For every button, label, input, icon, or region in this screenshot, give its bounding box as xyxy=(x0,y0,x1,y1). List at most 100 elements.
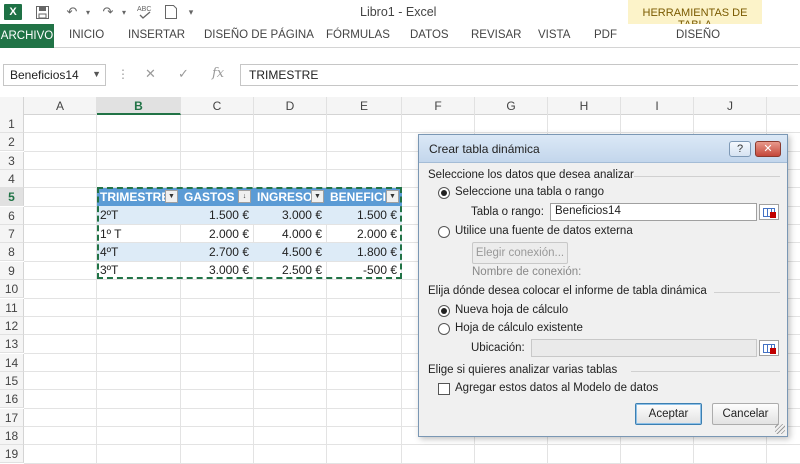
radio-existing-sheet[interactable] xyxy=(438,323,450,335)
radio-select-table[interactable] xyxy=(438,187,450,199)
close-button[interactable]: ✕ xyxy=(755,141,781,157)
column-header-b[interactable]: B xyxy=(97,97,181,115)
accept-button[interactable]: Aceptar xyxy=(635,403,702,425)
section-data-heading: Seleccione los datos que desea analizar xyxy=(428,169,634,181)
resize-grip-icon[interactable] xyxy=(775,424,785,434)
row-gridline xyxy=(24,444,800,446)
row-header-12[interactable]: 12 xyxy=(0,316,24,335)
range-selector-icon[interactable] xyxy=(759,340,779,356)
row-header-18[interactable]: 18 xyxy=(0,426,24,445)
section-multiple-heading: Elige si quieres analizar varias tablas xyxy=(428,364,618,376)
enter-icon[interactable]: ✓ xyxy=(178,66,189,82)
cancel-icon[interactable]: ✕ xyxy=(145,66,156,82)
row-header-4[interactable]: 4 xyxy=(0,170,24,189)
save-icon[interactable] xyxy=(32,3,52,21)
row-header-2[interactable]: 2 xyxy=(0,133,24,152)
customize-icon[interactable]: ▾ xyxy=(184,3,198,21)
column-header-d[interactable]: D xyxy=(254,97,327,115)
add-to-data-model-checkbox[interactable] xyxy=(438,383,450,395)
dialog-title-bar[interactable]: Crear tabla dinámica ? ✕ xyxy=(419,135,787,163)
formula-input[interactable]: TRIMESTRE xyxy=(240,64,798,86)
undo-icon[interactable]: ↶ xyxy=(62,3,82,21)
divider xyxy=(631,371,780,372)
row-header-17[interactable]: 17 xyxy=(0,408,24,427)
tab-diseno-pagina[interactable]: DISEÑO DE PÁGINA xyxy=(204,29,314,41)
new-document-icon[interactable] xyxy=(162,3,180,21)
drag-handle-icon[interactable]: ⋮ xyxy=(117,67,129,81)
row-header-16[interactable]: 16 xyxy=(0,390,24,409)
window-title: Libro1 - Excel xyxy=(360,5,437,19)
tab-vista[interactable]: VISTA xyxy=(538,29,570,41)
select-all-corner[interactable] xyxy=(0,97,24,115)
tab-insertar[interactable]: INSERTAR xyxy=(128,29,185,41)
column-header-h[interactable]: H xyxy=(548,97,621,115)
dialog-title: Crear tabla dinámica xyxy=(429,142,540,156)
cancel-button[interactable]: Cancelar xyxy=(712,403,779,425)
tab-formulas[interactable]: FÓRMULAS xyxy=(326,29,390,41)
column-header-j[interactable]: J xyxy=(694,97,767,115)
selection-marquee xyxy=(97,187,402,279)
tab-pdf[interactable]: PDF xyxy=(594,29,617,41)
column-header-f[interactable]: F xyxy=(402,97,475,115)
create-pivot-table-dialog: Crear tabla dinámica ? ✕ Seleccione los … xyxy=(418,134,788,437)
help-button[interactable]: ? xyxy=(729,141,751,157)
row-header-3[interactable]: 3 xyxy=(0,151,24,170)
radio-external-source[interactable] xyxy=(438,226,450,238)
insert-function-icon[interactable]: fx xyxy=(212,66,224,81)
column-header-i[interactable]: I xyxy=(621,97,694,115)
connection-name-label: Nombre de conexión: xyxy=(472,266,582,278)
column-gridline xyxy=(401,115,402,464)
table-range-label: Tabla o rango: xyxy=(471,206,544,218)
divider xyxy=(714,292,780,293)
chevron-down-icon[interactable]: ▼ xyxy=(92,69,101,79)
radio-new-sheet-label[interactable]: Nueva hoja de cálculo xyxy=(455,304,568,316)
row-header-10[interactable]: 10 xyxy=(0,280,24,299)
tab-diseno[interactable]: DISEÑO xyxy=(676,29,720,41)
row-header-11[interactable]: 11 xyxy=(0,298,24,317)
table-range-input[interactable]: Beneficios14 xyxy=(550,203,757,221)
undo-dropdown-icon[interactable]: ▾ xyxy=(82,3,94,21)
tab-archivo[interactable]: ARCHIVO xyxy=(0,24,54,48)
radio-external-source-label[interactable]: Utilice una fuente de datos externa xyxy=(455,225,633,237)
excel-icon[interactable]: X xyxy=(2,3,24,21)
section-location-heading: Elija dónde desea colocar el informe de … xyxy=(428,285,707,297)
row-header-13[interactable]: 13 xyxy=(0,335,24,354)
row-header-14[interactable]: 14 xyxy=(0,353,24,372)
range-selector-icon[interactable] xyxy=(759,204,779,220)
row-header-6[interactable]: 6 xyxy=(0,206,24,225)
row-header-8[interactable]: 8 xyxy=(0,243,24,262)
add-to-data-model-label[interactable]: Agregar estos datos al Modelo de datos xyxy=(455,382,658,394)
column-header-a[interactable]: A xyxy=(24,97,97,115)
row-header-15[interactable]: 15 xyxy=(0,371,24,390)
column-gridline xyxy=(180,115,181,464)
row-header-1[interactable]: 1 xyxy=(0,115,24,133)
row-header-19[interactable]: 19 xyxy=(0,445,24,464)
column-headers: A B C D E F G H I J xyxy=(0,97,800,115)
divider xyxy=(634,176,780,177)
name-box[interactable]: Beneficios14 ▼ xyxy=(3,64,106,86)
tab-datos[interactable]: DATOS xyxy=(410,29,449,41)
tab-inicio[interactable]: INICIO xyxy=(69,29,104,41)
row-header-9[interactable]: 9 xyxy=(0,261,24,280)
redo-icon[interactable]: ↷ xyxy=(98,3,118,21)
choose-connection-button[interactable]: Elegir conexión... xyxy=(472,242,568,264)
row-header-7[interactable]: 7 xyxy=(0,225,24,244)
column-header-e[interactable]: E xyxy=(327,97,402,115)
column-gridline xyxy=(253,115,254,464)
location-input[interactable] xyxy=(531,339,757,357)
tab-revisar[interactable]: REVISAR xyxy=(471,29,522,41)
column-header-g[interactable]: G xyxy=(475,97,548,115)
column-header-c[interactable]: C xyxy=(181,97,254,115)
spelling-icon[interactable]: ABC xyxy=(134,3,156,21)
radio-existing-sheet-label[interactable]: Hoja de cálculo existente xyxy=(455,322,583,334)
row-header-5[interactable]: 5 xyxy=(0,188,24,207)
redo-dropdown-icon[interactable]: ▾ xyxy=(118,3,130,21)
column-gridline xyxy=(96,115,97,464)
location-label: Ubicación: xyxy=(471,342,525,354)
radio-new-sheet[interactable] xyxy=(438,305,450,317)
radio-select-table-label[interactable]: Seleccione una tabla o rango xyxy=(455,186,604,198)
row-gridline xyxy=(24,462,800,464)
formula-bar: Beneficios14 ▼ ⋮ ✕ ✓ fx TRIMESTRE xyxy=(0,60,800,90)
name-box-value: Beneficios14 xyxy=(10,68,79,82)
title-bar: X ↶ ▾ ↷ ▾ ABC ▾ Libro1 - Excel HERRAMIEN… xyxy=(0,0,800,47)
